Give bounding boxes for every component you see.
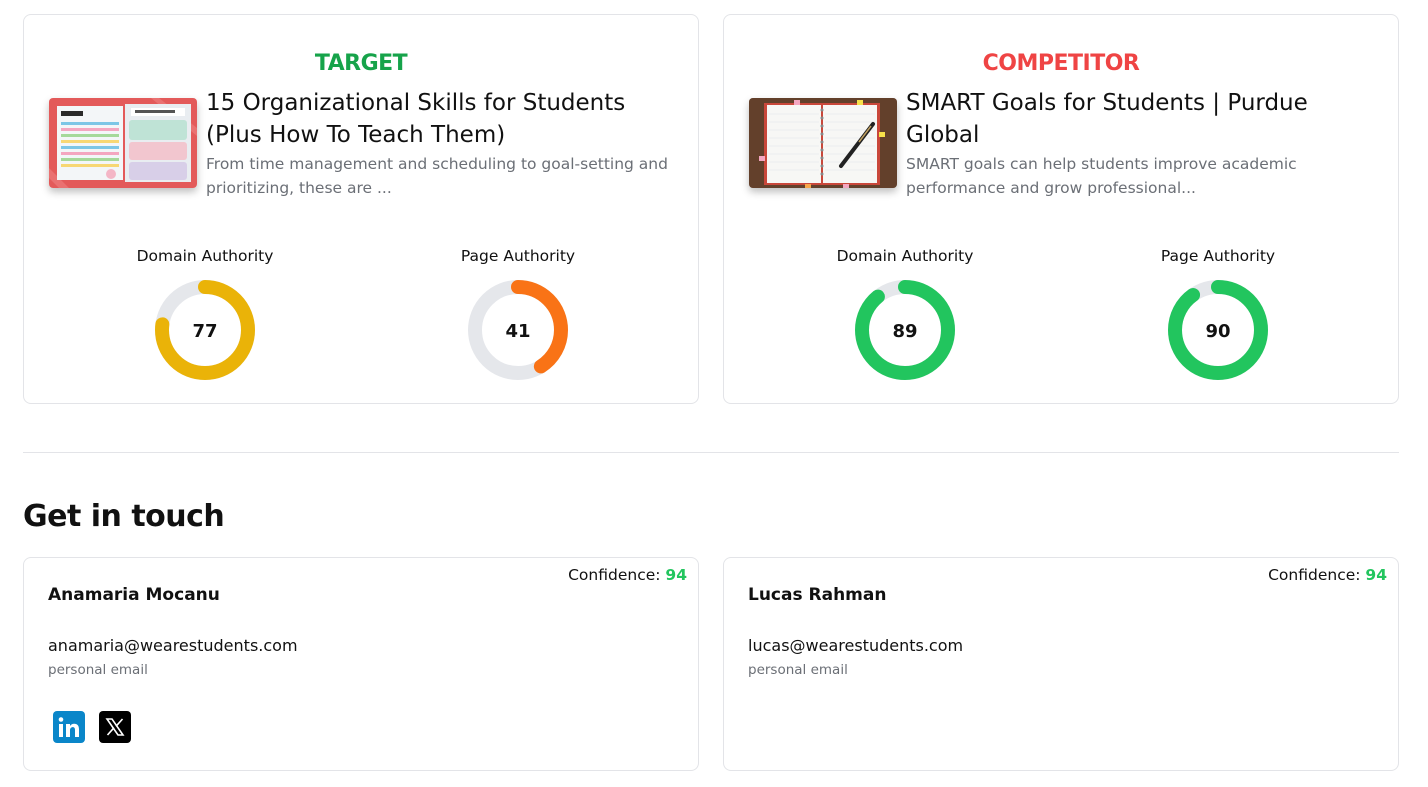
contact-email[interactable]: anamaria@wearestudents.com <box>48 636 298 655</box>
contact-card: Confidence: 94 Lucas Rahman lucas@weares… <box>723 557 1399 771</box>
gauge-value: 41 <box>505 321 530 342</box>
email-type: personal email <box>748 662 848 678</box>
target-thumbnail[interactable] <box>49 98 197 188</box>
target-domain-authority: Domain Authority 77 <box>95 247 315 381</box>
competitor-domain-authority: Domain Authority 89 <box>795 247 1015 381</box>
metric-label: Page Authority <box>1160 247 1276 265</box>
competitor-card: COMPETITOR SMART Goals for Students | Pu… <box>723 14 1399 404</box>
linkedin-icon[interactable] <box>53 711 85 743</box>
section-divider <box>23 452 1399 453</box>
x-twitter-icon[interactable] <box>99 711 131 743</box>
page-authority-gauge: 41 <box>468 280 568 380</box>
gauge-value: 90 <box>1205 321 1230 342</box>
competitor-page-authority: Page Authority 90 <box>1108 247 1328 381</box>
page-authority-gauge: 90 <box>1168 280 1268 380</box>
target-page-authority: Page Authority 41 <box>408 247 628 381</box>
domain-authority-gauge: 89 <box>855 280 955 380</box>
contact-card: Confidence: 94 Anamaria Mocanu anamaria@… <box>23 557 699 771</box>
target-article-title[interactable]: 15 Organizational Skills for Students (P… <box>206 87 686 151</box>
confidence-label: Confidence: <box>568 566 661 584</box>
organizational-skills-worksheets-image <box>49 98 197 188</box>
competitor-article-title[interactable]: SMART Goals for Students | Purdue Global <box>906 87 1386 151</box>
competitor-article-description: SMART goals can help students improve ac… <box>906 155 1297 197</box>
target-card: TARGET 15 Organizational Skills for Stud… <box>23 14 699 404</box>
get-in-touch-title: Get in touch <box>23 499 225 534</box>
metric-label: Domain Authority <box>136 247 274 265</box>
notebook-and-pen-image <box>749 98 897 188</box>
confidence-score: Confidence: 94 <box>568 566 687 584</box>
competitor-heading: COMPETITOR <box>982 51 1140 76</box>
email-type: personal email <box>48 662 148 678</box>
confidence-score: Confidence: 94 <box>1268 566 1387 584</box>
contact-name: Lucas Rahman <box>748 585 887 605</box>
social-links <box>53 711 131 743</box>
gauge-value: 89 <box>892 321 917 342</box>
confidence-value: 94 <box>665 566 687 584</box>
domain-authority-gauge: 77 <box>155 280 255 380</box>
target-article-description: From time management and scheduling to g… <box>206 155 668 197</box>
confidence-label: Confidence: <box>1268 566 1361 584</box>
gauge-value: 77 <box>192 321 217 342</box>
confidence-value: 94 <box>1365 566 1387 584</box>
metric-label: Domain Authority <box>836 247 974 265</box>
contact-email[interactable]: lucas@wearestudents.com <box>748 636 963 655</box>
target-heading: TARGET <box>314 51 408 76</box>
competitor-thumbnail[interactable] <box>749 98 897 188</box>
metric-label: Page Authority <box>460 247 576 265</box>
contact-name: Anamaria Mocanu <box>48 585 220 605</box>
